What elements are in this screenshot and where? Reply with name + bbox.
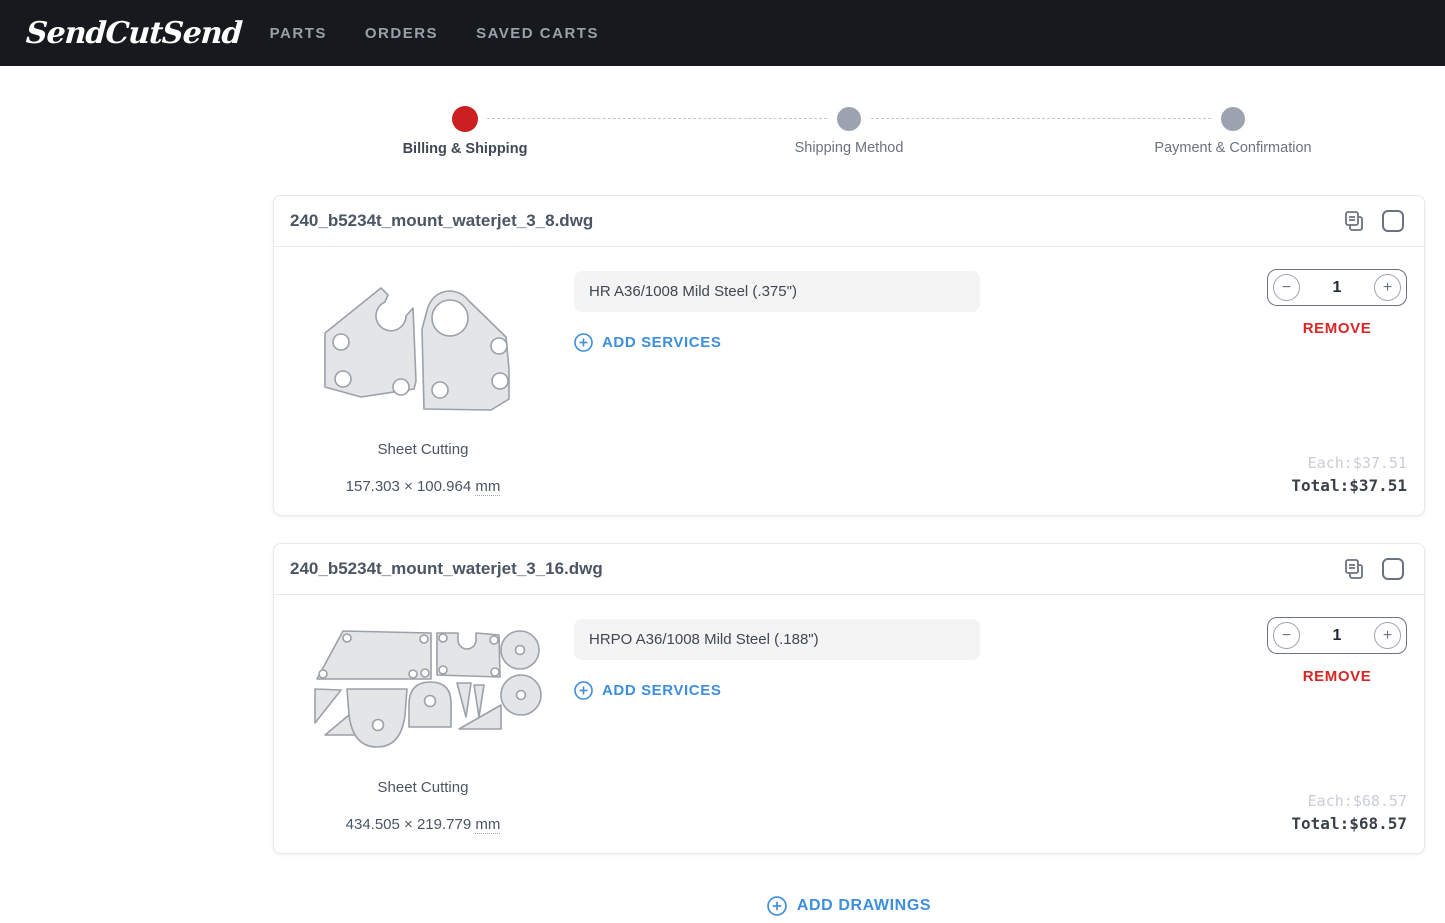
step-label: Shipping Method [795, 140, 904, 156]
part-preview-image [303, 617, 543, 757]
quantity-controls: − 1 + REMOVE [1267, 617, 1407, 685]
dimensions-unit[interactable]: mm [475, 478, 500, 496]
circle-plus-icon [767, 896, 787, 916]
quantity-stepper: − 1 + [1267, 269, 1407, 306]
price-each: Each:$37.51 [1291, 454, 1407, 472]
decrease-quantity-button[interactable]: − [1273, 274, 1300, 301]
nav-item-orders[interactable]: ORDERS [365, 25, 438, 42]
checkout-progress-stepper: Billing & Shipping Shipping Method Payme… [273, 106, 1425, 157]
select-part-checkbox[interactable] [1382, 558, 1404, 580]
cart-item-body: Sheet Cutting 157.303 × 100.964 mm HR A3… [274, 247, 1424, 515]
circle-plus-icon [574, 681, 593, 700]
part-config-column: HRPO A36/1008 Mild Steel (.188") ADD SER… [574, 617, 1255, 833]
remove-part-button[interactable]: REMOVE [1303, 668, 1372, 685]
step-dot-active [452, 106, 478, 132]
quantity-stepper: − 1 + [1267, 617, 1407, 654]
nav-links: PARTS ORDERS SAVED CARTS [270, 25, 599, 42]
dimensions-value: 157.303 × 100.964 [346, 478, 472, 495]
quantity-controls: − 1 + REMOVE [1267, 269, 1407, 337]
part-actions-column: − 1 + REMOVE Each:$37.51 Total:$37.51 [1267, 269, 1407, 495]
dimensions-unit[interactable]: mm [475, 816, 500, 834]
add-services-link[interactable]: ADD SERVICES [574, 333, 721, 352]
duplicate-icon[interactable] [1342, 209, 1366, 233]
header-actions [1342, 209, 1404, 233]
header-actions [1342, 557, 1404, 581]
part-dimensions: 157.303 × 100.964 mm [346, 478, 501, 495]
top-navigation: SendCutSend PARTS ORDERS SAVED CARTS [0, 0, 1445, 66]
increase-quantity-button[interactable]: + [1374, 622, 1401, 649]
price-total: Total:$37.51 [1291, 476, 1407, 495]
cart-item-header: 240_b5234t_mount_waterjet_3_8.dwg [274, 196, 1424, 246]
add-services-label: ADD SERVICES [602, 682, 721, 699]
price-summary: Each:$37.51 Total:$37.51 [1291, 454, 1407, 495]
cart-item-body: Sheet Cutting 434.505 × 219.779 mm HRPO … [274, 595, 1424, 853]
dimensions-value: 434.505 × 219.779 [346, 816, 472, 833]
process-label: Sheet Cutting [378, 779, 469, 796]
step-billing-shipping[interactable]: Billing & Shipping [273, 106, 657, 157]
increase-quantity-button[interactable]: + [1374, 274, 1401, 301]
material-select[interactable]: HR A36/1008 Mild Steel (.375") [574, 271, 980, 312]
add-drawings-button[interactable]: ADD DRAWINGS [767, 896, 931, 916]
cart-item-header: 240_b5234t_mount_waterjet_3_16.dwg [274, 544, 1424, 594]
select-part-checkbox[interactable] [1382, 210, 1404, 232]
quantity-value: 1 [1333, 627, 1342, 645]
step-label: Billing & Shipping [403, 141, 528, 157]
part-preview-column: Sheet Cutting 157.303 × 100.964 mm [298, 269, 548, 495]
part-config-column: HR A36/1008 Mild Steel (.375") ADD SERVI… [574, 269, 1255, 495]
cart-item-card: 240_b5234t_mount_waterjet_3_8.dwg [273, 195, 1425, 516]
part-preview-image [303, 269, 543, 419]
nav-item-saved-carts[interactable]: SAVED CARTS [476, 25, 599, 42]
checkout-content: Billing & Shipping Shipping Method Payme… [273, 106, 1425, 916]
decrease-quantity-button[interactable]: − [1273, 622, 1300, 649]
sendcutsend-logo[interactable]: SendCutSend [25, 16, 243, 51]
quantity-value: 1 [1333, 279, 1342, 297]
part-actions-column: − 1 + REMOVE Each:$68.57 Total:$68.57 [1267, 617, 1407, 833]
part-preview-column: Sheet Cutting 434.505 × 219.779 mm [298, 617, 548, 833]
add-services-label: ADD SERVICES [602, 334, 721, 351]
add-drawings-row: ADD DRAWINGS [273, 896, 1425, 916]
duplicate-icon[interactable] [1342, 557, 1366, 581]
step-shipping-method[interactable]: Shipping Method [657, 106, 1041, 157]
step-dot [1221, 107, 1245, 131]
step-payment-confirmation[interactable]: Payment & Confirmation [1041, 106, 1425, 157]
price-total: Total:$68.57 [1291, 814, 1407, 833]
add-services-link[interactable]: ADD SERVICES [574, 681, 721, 700]
material-select[interactable]: HRPO A36/1008 Mild Steel (.188") [574, 619, 980, 660]
step-label: Payment & Confirmation [1154, 140, 1311, 156]
step-dot [837, 107, 861, 131]
part-filename: 240_b5234t_mount_waterjet_3_16.dwg [290, 559, 603, 579]
cart-item-card: 240_b5234t_mount_waterjet_3_16.dwg [273, 543, 1425, 854]
add-drawings-label: ADD DRAWINGS [797, 897, 931, 915]
part-filename: 240_b5234t_mount_waterjet_3_8.dwg [290, 211, 593, 231]
price-summary: Each:$68.57 Total:$68.57 [1291, 792, 1407, 833]
price-each: Each:$68.57 [1291, 792, 1407, 810]
part-dimensions: 434.505 × 219.779 mm [346, 816, 501, 833]
process-label: Sheet Cutting [378, 441, 469, 458]
remove-part-button[interactable]: REMOVE [1303, 320, 1372, 337]
nav-item-parts[interactable]: PARTS [270, 25, 327, 42]
circle-plus-icon [574, 333, 593, 352]
